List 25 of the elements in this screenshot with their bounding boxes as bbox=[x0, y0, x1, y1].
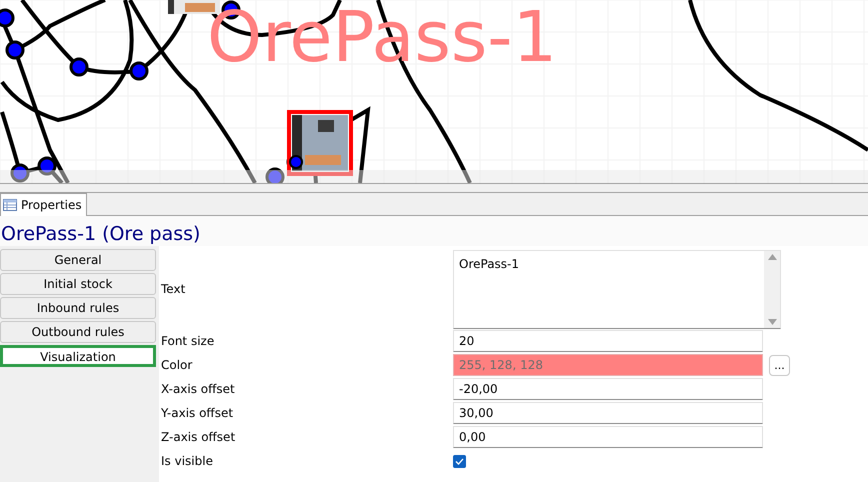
input-field[interactable]: -20,00 bbox=[453, 378, 763, 400]
panel-title: OrePass-1 (Ore pass) bbox=[0, 216, 868, 246]
property-label: Y-axis offset bbox=[160, 405, 234, 422]
property-label: Color bbox=[160, 357, 194, 374]
section-button[interactable]: Inbound rules bbox=[0, 297, 156, 319]
property-label: X-axis offset bbox=[160, 381, 236, 398]
property-label: Font size bbox=[160, 333, 216, 350]
section-button[interactable]: Visualization bbox=[0, 345, 156, 367]
scrollbar[interactable] bbox=[0, 170, 868, 183]
property-label: Text bbox=[160, 281, 186, 298]
checkbox[interactable] bbox=[453, 454, 466, 468]
section-button[interactable]: Initial stock bbox=[0, 273, 156, 295]
input-field[interactable]: 30,00 bbox=[453, 402, 763, 424]
property-label: Z-axis offset bbox=[160, 429, 236, 446]
property-label: Is visible bbox=[160, 453, 214, 470]
input-field[interactable]: 20 bbox=[453, 330, 763, 352]
selected-node-drawing[interactable] bbox=[287, 110, 353, 176]
check-icon bbox=[455, 458, 464, 464]
section-button[interactable]: General bbox=[0, 249, 156, 271]
properties-tab[interactable]: Properties bbox=[0, 193, 87, 216]
table-icon bbox=[3, 199, 17, 211]
input-field[interactable]: 0,00 bbox=[453, 426, 763, 448]
splitter[interactable] bbox=[0, 183, 868, 193]
browse-button[interactable]: ... bbox=[769, 354, 790, 376]
section-button[interactable]: Outbound rules bbox=[0, 321, 156, 343]
